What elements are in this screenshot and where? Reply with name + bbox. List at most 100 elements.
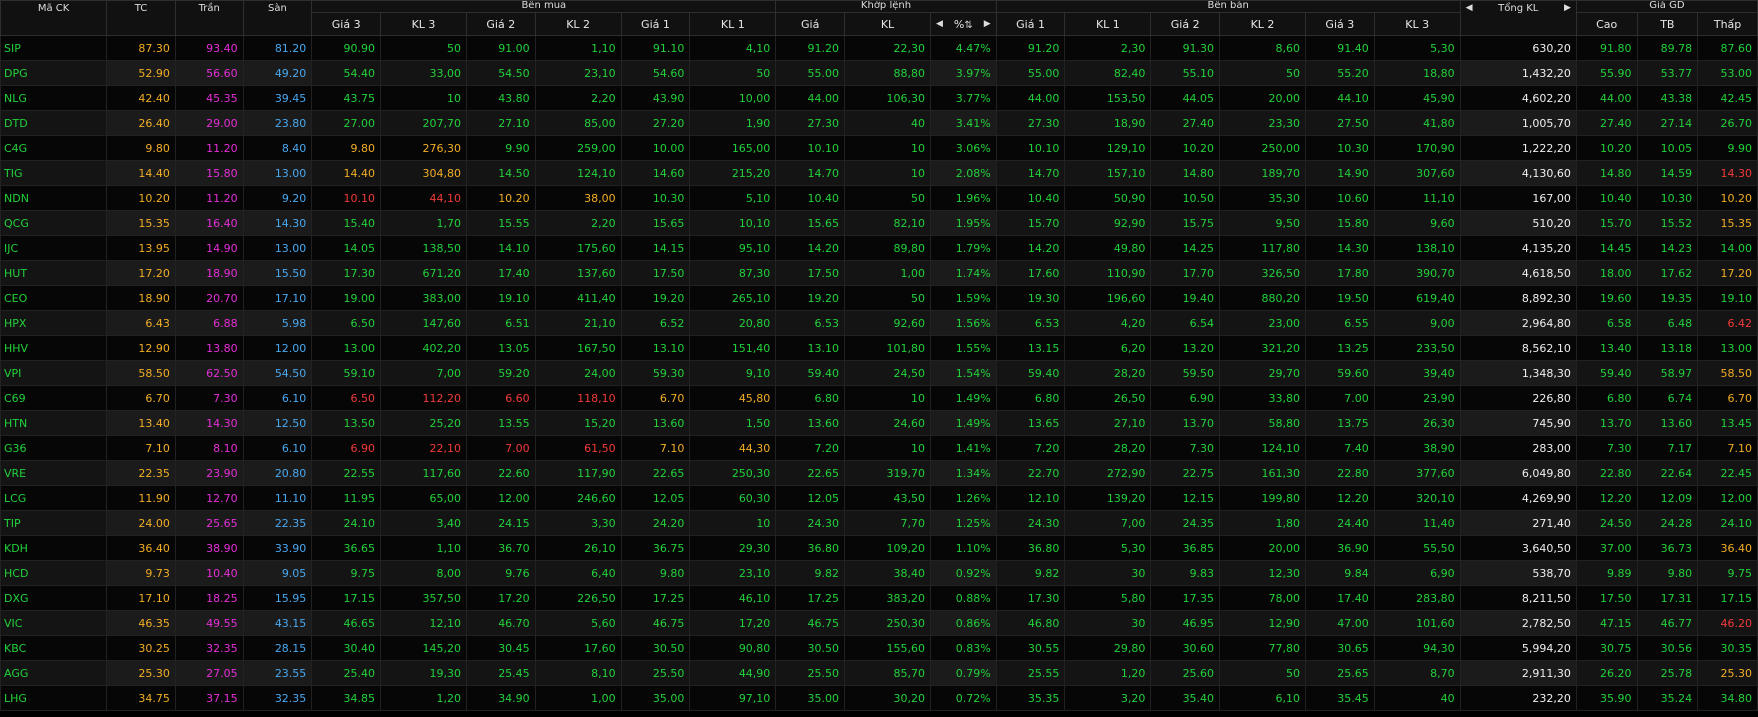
table-row[interactable]: NDN 10.20 11.20 9.20 10.10 44,10 10.20 38,00 10.… [0,185,1758,211]
col-ceiling[interactable]: Trần [174,0,244,36]
cell-symbol[interactable]: CEO [0,285,108,311]
cell-symbol[interactable]: KDH [0,535,108,561]
col-buy-price3[interactable]: Giá 3 [311,12,382,36]
cell-low: 13.00 [1697,335,1758,361]
right-arrow-icon[interactable]: ▶ [984,19,991,29]
cell-match-vol: 109,20 [844,535,931,561]
col-sell-vol3[interactable]: KL 3 [1373,12,1461,36]
col-match-vol[interactable]: KL [844,12,931,36]
cell-symbol[interactable]: AGG [0,660,108,686]
col-symbol[interactable]: Mã CK [0,0,108,36]
col-buy-vol1[interactable]: KL 1 [689,12,777,36]
table-row[interactable]: HUT 17.20 18.90 15.50 17.30 671,20 17.40 137,60… [0,260,1758,286]
col-buy-price2[interactable]: Giá 2 [465,12,536,36]
cell-symbol[interactable]: VRE [0,460,108,486]
cell-symbol[interactable]: IJC [0,235,108,261]
right-arrow-icon[interactable]: ▶ [1564,4,1571,13]
table-row[interactable]: TIG 14.40 15.80 13.00 14.40 304,80 14.50 124,10… [0,160,1758,186]
cell-symbol[interactable]: HUT [0,260,108,286]
cell-sell-price1: 15.70 [995,210,1066,236]
col-floor[interactable]: Sàn [242,0,313,36]
table-row[interactable]: VIC 46.35 49.55 43.15 46.65 12,10 46.70 5,60 46.… [0,610,1758,636]
col-high[interactable]: Cao [1575,12,1638,36]
cell-symbol[interactable]: SIP [0,35,108,61]
cell-symbol[interactable]: TIG [0,160,108,186]
col-sell-vol1[interactable]: KL 1 [1064,12,1152,36]
table-row[interactable]: DXG 17.10 18.25 15.95 17.15 357,50 17.20 226,50… [0,585,1758,611]
cell-symbol[interactable]: DPG [0,60,108,86]
col-buy-vol2[interactable]: KL 2 [534,12,622,36]
table-row[interactable]: HHV 12.90 13.80 12.00 13.00 402,20 13.05 167,50… [0,335,1758,361]
table-row[interactable]: LHG 34.75 37.15 32.35 34.85 1,20 34.90 1,00 35.0… [0,685,1758,711]
table-row[interactable]: SIP 87.30 93.40 81.20 90.90 50 91.00 1,10 91.10 4… [0,35,1758,61]
col-sell-vol2[interactable]: KL 2 [1219,12,1306,36]
table-row[interactable]: KDH 36.40 38.90 33.90 36.65 1,10 36.70 26,10 36.… [0,535,1758,561]
left-arrow-icon[interactable]: ◀ [1466,4,1473,13]
left-arrow-icon[interactable]: ◀ [936,19,943,29]
cell-symbol[interactable]: LHG [0,685,108,711]
cell-symbol[interactable]: TIP [0,510,108,536]
table-row[interactable]: IJC 13.95 14.90 13.00 14.05 138,50 14.10 175,60… [0,235,1758,261]
cell-symbol[interactable]: NDN [0,185,108,211]
table-row[interactable]: HPX 6.43 6.88 5.98 6.50 147,60 6.51 21,10 6.52 20… [0,310,1758,336]
cell-buy-vol3: 65,00 [380,485,467,511]
table-row[interactable]: HTN 13.40 14.30 12.50 13.50 25,20 13.55 15,20 13… [0,410,1758,436]
cell-sell-price1: 19.30 [995,285,1066,311]
table-row[interactable]: C4G 9.80 11.20 8.40 9.80 276,30 9.90 259,00 10.0… [0,135,1758,161]
table-row[interactable]: QCG 15.35 16.40 14.30 15.40 1,70 15.55 2,20 15.6… [0,210,1758,236]
col-total-volume[interactable]: ◀ Tổng KL ▶ [1459,0,1577,36]
table-row[interactable]: G36 7.10 8.10 6.10 6.90 22,10 7.00 61,50 7.10 44,… [0,435,1758,461]
cell-symbol[interactable]: G36 [0,435,108,461]
col-avg[interactable]: TB [1636,12,1699,36]
col-ref[interactable]: TC [106,0,176,36]
cell-buy-price3: 25.40 [311,660,382,686]
table-row[interactable]: HCD 9.73 10.40 9.05 9.75 8,00 9.76 6,40 9.80 23,1… [0,560,1758,586]
table-row[interactable]: DTD 26.40 29.00 23.80 27.00 207,70 27.10 85,00 2… [0,110,1758,136]
cell-symbol[interactable]: LCG [0,485,108,511]
cell-symbol[interactable]: QCG [0,210,108,236]
cell-low: 7.10 [1697,435,1758,461]
cell-match-price: 13.60 [775,410,846,436]
table-row[interactable]: CEO 18.90 20.70 17.10 19.00 383,00 19.10 411,40… [0,285,1758,311]
table-row[interactable]: TIP 24.00 25.65 22.35 24.10 3,40 24.15 3,30 24.2… [0,510,1758,536]
col-sell-price3[interactable]: Giá 3 [1304,12,1375,36]
cell-symbol[interactable]: C4G [0,135,108,161]
table-row[interactable]: VRE 22.35 23.90 20.80 22.55 117,60 22.60 117,90… [0,460,1758,486]
table-row[interactable]: DPG 52.90 56.60 49.20 54.40 33,00 54.50 23,10 54… [0,60,1758,86]
table-row[interactable]: C69 6.70 7.30 6.10 6.50 112,20 6.60 118,10 6.70 4… [0,385,1758,411]
cell-symbol[interactable]: DTD [0,110,108,136]
cell-symbol[interactable]: C69 [0,385,108,411]
table-row[interactable]: AGG 25.30 27.05 23.55 25.40 19,30 25.45 8,10 25.… [0,660,1758,686]
cell-symbol[interactable]: HPX [0,310,108,336]
col-match-price[interactable]: Giá [775,12,846,36]
cell-change-pct: 0.72% [929,685,997,711]
col-sell-price1[interactable]: Giá 1 [995,12,1066,36]
cell-ceiling: 7.30 [174,385,244,411]
cell-sell-price1: 55.00 [995,60,1066,86]
cell-symbol[interactable]: HCD [0,560,108,586]
cell-match-vol: 10 [844,135,931,161]
col-low[interactable]: Thấp [1697,12,1758,36]
table-row[interactable]: NLG 42.40 45.35 39.45 43.75 10 43.80 2,20 43.90 1… [0,85,1758,111]
cell-symbol[interactable]: KBC [0,635,108,661]
table-row[interactable]: KBC 30.25 32.35 28.15 30.40 145,20 30.45 17,60 3… [0,635,1758,661]
cell-buy-price1: 17.50 [620,260,691,286]
col-sell-price2[interactable]: Giá 2 [1150,12,1221,36]
col-change-pct[interactable]: ◀ %⇅ ▶ [929,12,997,36]
cell-sell-vol1: 50,90 [1064,185,1152,211]
cell-symbol[interactable]: DXG [0,585,108,611]
sort-icon[interactable]: ⇅ [964,20,972,31]
col-buy-vol3[interactable]: KL 3 [380,12,467,36]
cell-buy-price2: 14.50 [465,160,536,186]
cell-symbol[interactable]: HTN [0,410,108,436]
cell-sell-price3: 19.50 [1304,285,1375,311]
cell-change-pct: 0.86% [929,610,997,636]
cell-symbol[interactable]: VIC [0,610,108,636]
col-buy-price1[interactable]: Giá 1 [620,12,691,36]
cell-total-volume: 5,994,20 [1459,635,1577,661]
cell-symbol[interactable]: VPI [0,360,108,386]
cell-symbol[interactable]: NLG [0,85,108,111]
table-row[interactable]: VPI 58.50 62.50 54.50 59.10 7,00 59.20 24,00 59.… [0,360,1758,386]
cell-symbol[interactable]: HHV [0,335,108,361]
table-row[interactable]: LCG 11.90 12.70 11.10 11.95 65,00 12.00 246,60 1… [0,485,1758,511]
